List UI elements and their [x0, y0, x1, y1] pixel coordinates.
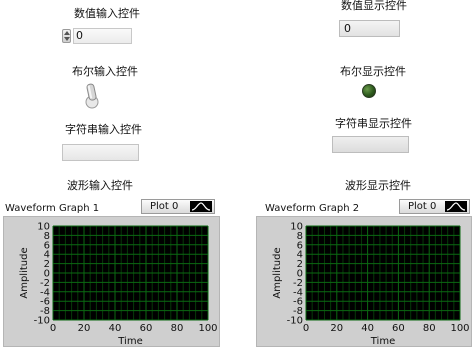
- numeric-control[interactable]: 0: [62, 27, 132, 45]
- x-axis-title: Time: [117, 336, 142, 347]
- x-tick-label: 0: [303, 323, 309, 334]
- numeric-control-label: 数值输入控件: [74, 7, 140, 20]
- x-axis-title: Time: [370, 336, 395, 347]
- waveform-control-label: 波形输入控件: [67, 179, 133, 192]
- toggle-switch[interactable]: [82, 80, 102, 110]
- graph1-title: Waveform Graph 1: [5, 203, 100, 214]
- x-tick-label: 40: [361, 323, 374, 334]
- waveform-indicator-label: 波形显示控件: [345, 179, 411, 192]
- graph2-frame: 0 20 40 60 80 100 10 8 6 4 2 0 -2 -4 -6 -8 -10 Amplitude T…: [256, 216, 472, 347]
- increment-decrement-buttons[interactable]: [62, 29, 71, 43]
- graph1-legend-label: Plot 0: [150, 201, 179, 212]
- graph2-title: Waveform Graph 2: [265, 203, 360, 214]
- plot-line-style-icon[interactable]: [190, 201, 212, 212]
- toggle-switch-icon[interactable]: [82, 80, 102, 110]
- boolean-control-label: 布尔输入控件: [72, 65, 138, 78]
- numeric-indicator: 0: [339, 20, 400, 37]
- x-tick-label: 0: [50, 323, 56, 334]
- string-indicator-field: [332, 136, 409, 153]
- x-tick-label: 80: [423, 323, 436, 334]
- y-tick-label: -10: [287, 316, 303, 327]
- x-tick-label: 20: [330, 323, 343, 334]
- y-tick-label: -10: [34, 316, 50, 327]
- y-axis-title: Amplitude: [19, 247, 30, 298]
- graph1-chart[interactable]: 0 20 40 60 80 1001086420-2-4-6-8-10AmplitudeT…: [3, 216, 220, 347]
- x-tick-label: 80: [171, 323, 184, 334]
- increment-arrow-icon[interactable]: [64, 31, 70, 35]
- graph2-legend-label: Plot 0: [408, 201, 437, 212]
- x-tick-label: 60: [140, 323, 153, 334]
- graph1-frame: 0 20 40 60 80 100 10 8 6 4 2 0 -2 -4 -6 -8 -10 Amplitude T…: [3, 216, 220, 347]
- string-control-field[interactable]: [62, 144, 139, 161]
- string-control-label: 字符串输入控件: [65, 123, 142, 136]
- led-indicator: [362, 84, 376, 98]
- boolean-indicator-label: 布尔显示控件: [340, 65, 406, 78]
- graph2-chart[interactable]: 0 20 40 60 80 1001086420-2-4-6-8-10AmplitudeT…: [256, 216, 472, 347]
- x-tick-label: 40: [109, 323, 122, 334]
- string-indicator-label: 字符串显示控件: [335, 117, 412, 130]
- numeric-indicator-label: 数值显示控件: [341, 0, 407, 12]
- plot-line-style-icon[interactable]: [445, 201, 467, 212]
- decrement-arrow-icon[interactable]: [64, 37, 70, 41]
- x-tick-label: 20: [78, 323, 91, 334]
- x-tick-label: 100: [450, 323, 469, 334]
- graph2-plot-legend[interactable]: Plot 0: [399, 199, 470, 214]
- x-tick-label: 60: [392, 323, 405, 334]
- numeric-control-field[interactable]: 0: [73, 28, 132, 44]
- x-tick-label: 100: [198, 323, 217, 334]
- graph1-plot-legend[interactable]: Plot 0: [141, 199, 215, 214]
- y-axis-title: Amplitude: [272, 247, 283, 298]
